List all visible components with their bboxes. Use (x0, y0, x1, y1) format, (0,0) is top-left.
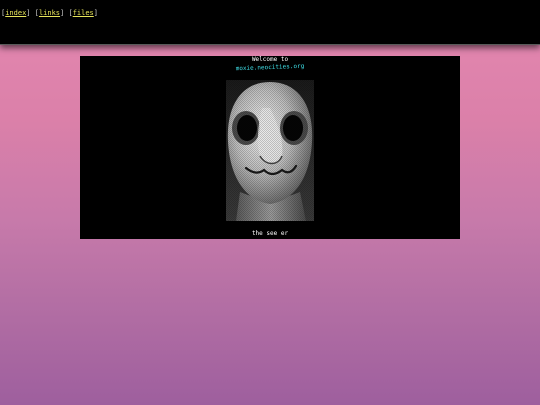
nav-link-index[interactable]: index (5, 9, 26, 17)
image-caption: the see er (251, 230, 289, 237)
main-panel: Welcome to moxie.neocities.org the see e… (80, 56, 460, 239)
nav-link-files[interactable]: files (73, 9, 94, 17)
bracket: ] [ (26, 9, 39, 17)
bracket: ] [ (60, 9, 73, 17)
bracket: ] (93, 9, 98, 17)
top-bar: [index] [links] [files] (0, 0, 540, 45)
masked-face-image (226, 80, 314, 221)
nav-links: [index] [links] [files] (1, 9, 98, 17)
nav-link-links[interactable]: links (39, 9, 60, 17)
